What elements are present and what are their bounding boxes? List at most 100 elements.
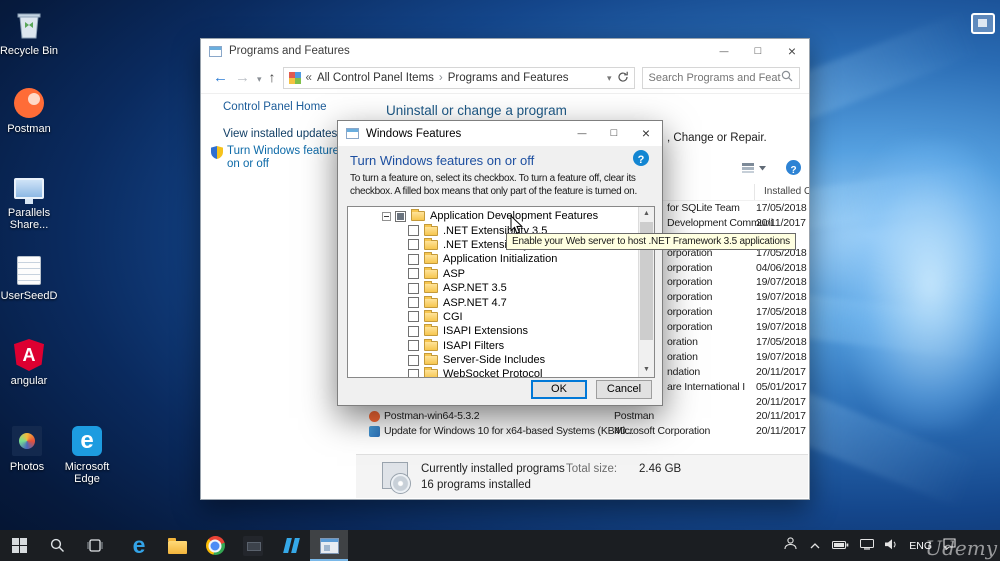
programs-count: 16 programs installed [421, 479, 531, 491]
desktop-icon-postman[interactable]: Postman [0, 86, 61, 135]
cancel-button[interactable]: Cancel [596, 380, 652, 399]
breadcrumb-programs-and-features[interactable]: Programs and Features [448, 72, 569, 84]
breadcrumb-separator: › [438, 72, 443, 84]
feature-row[interactable]: ASP.NET 4.7 [348, 295, 654, 309]
checkbox-unchecked[interactable] [408, 311, 419, 323]
installed-on-cell: 17/05/2018 [756, 306, 807, 319]
taskbar-blue-app-button[interactable] [272, 530, 310, 561]
back-button[interactable] [213, 70, 228, 86]
program-row-windows-update[interactable]: Update for Windows 10 for x64-based Syst… [356, 424, 806, 439]
taskbar-edge-button[interactable] [120, 530, 158, 561]
program-name-cell: Update for Windows 10 for x64-based Syst… [384, 425, 634, 438]
app-window-icon [966, 6, 1000, 40]
desktop-icon-recycle-bin[interactable]: Recycle Bin [0, 8, 61, 57]
feature-row[interactable]: ASP.NET 3.5 [348, 281, 654, 295]
folder-icon [424, 295, 438, 308]
desktop-icon-edge[interactable]: Microsoft Edge [55, 424, 119, 485]
window-titlebar[interactable]: Programs and Features [201, 39, 809, 63]
installed-on-cell: 20/11/2017 [756, 410, 806, 423]
breadcrumb-all-control-panel-items[interactable]: All Control Panel Items [317, 72, 434, 84]
address-bar[interactable]: « All Control Panel Items › Programs and… [282, 67, 635, 89]
battery-icon[interactable] [832, 537, 849, 555]
desktop-icon-angular[interactable]: angular [0, 338, 61, 387]
minimize-button[interactable] [566, 121, 598, 146]
scroll-down-icon[interactable] [639, 363, 654, 377]
program-row-postman[interactable]: Postman-win64-5.3.2 Postman 20/11/2017 [356, 409, 806, 424]
checkbox-unchecked[interactable] [408, 354, 419, 366]
control-panel-icon [288, 72, 301, 84]
feature-row[interactable]: Server-Side Includes [348, 353, 654, 367]
feature-row[interactable]: CGI [348, 309, 654, 324]
checkbox-unchecked[interactable] [408, 297, 419, 309]
history-dropdown-icon[interactable] [257, 70, 262, 86]
publisher-cell: orporation [667, 261, 713, 274]
up-button[interactable] [269, 70, 276, 86]
forward-button[interactable] [235, 70, 250, 86]
checkbox-unchecked[interactable] [408, 239, 419, 251]
edge-icon [70, 424, 104, 458]
address-dropdown-icon[interactable] [607, 72, 612, 84]
help-icon[interactable] [786, 160, 801, 175]
dialog-titlebar[interactable]: Windows Features [338, 121, 662, 146]
close-button[interactable] [775, 39, 809, 63]
folder-icon [424, 223, 438, 236]
taskbar-search-button[interactable] [38, 530, 76, 561]
checkbox-partial[interactable] [395, 210, 406, 222]
change-view-icon[interactable] [741, 161, 769, 180]
feature-row[interactable]: ISAPI Filters [348, 338, 654, 353]
feature-row[interactable]: ASP [348, 266, 654, 281]
desktop-icon-photos[interactable]: Photos [0, 424, 59, 473]
feature-row[interactable]: ISAPI Extensions [348, 324, 654, 338]
refresh-icon[interactable] [617, 71, 629, 86]
close-button[interactable] [630, 121, 662, 146]
task-view-button[interactable] [76, 530, 114, 561]
desktop-icon-parallels[interactable]: Parallels Share... [0, 170, 61, 231]
windows-features-dialog: Windows Features Turn Windows features o… [337, 120, 663, 406]
help-icon[interactable] [633, 150, 649, 166]
search-box[interactable] [641, 67, 800, 89]
volume-icon[interactable] [885, 537, 898, 555]
checkbox-unchecked[interactable] [408, 225, 419, 237]
hidden-icons-chevron[interactable] [809, 537, 821, 555]
feature-row[interactable]: WebSocket Protocol [348, 367, 654, 377]
feature-row[interactable]: Application Initialization [348, 252, 654, 266]
installed-on-cell: 19/07/2018 [756, 291, 807, 304]
maximize-button[interactable] [598, 121, 630, 146]
folder-icon [424, 338, 438, 351]
desktop-icon-label: Parallels Share... [7, 207, 51, 231]
ok-button[interactable]: OK [531, 380, 587, 399]
sidebar-item-turn-windows-features[interactable]: Turn Windows features on or off [211, 145, 353, 171]
taskbar-chrome-button[interactable] [196, 530, 234, 561]
taskbar-dark-app-button[interactable] [234, 530, 272, 561]
desktop-icon-label: Microsoft Edge [64, 461, 110, 485]
display-icon[interactable] [860, 537, 875, 555]
checkbox-unchecked[interactable] [408, 268, 419, 280]
taskbar-file-explorer-button[interactable] [158, 530, 196, 561]
start-button[interactable] [0, 530, 38, 561]
maximize-button[interactable] [741, 39, 775, 63]
tooltip: Enable your Web server to host .NET Fram… [506, 233, 796, 250]
collapse-expander-icon[interactable] [382, 211, 391, 221]
search-icon [781, 69, 793, 87]
desktop-shortcut-icon[interactable] [963, 6, 1000, 43]
checkbox-unchecked[interactable] [408, 340, 419, 352]
search-input[interactable] [648, 72, 781, 84]
checkbox-unchecked[interactable] [408, 325, 419, 337]
scroll-up-icon[interactable] [639, 207, 654, 221]
checkbox-unchecked[interactable] [408, 282, 419, 294]
minimize-button[interactable] [707, 39, 741, 63]
checkbox-unchecked[interactable] [408, 253, 419, 265]
checkbox-unchecked[interactable] [408, 368, 419, 377]
taskbar-programs-features-button[interactable] [310, 530, 348, 561]
desktop-icon-userseedd[interactable]: UserSeedD [0, 253, 61, 302]
people-icon[interactable] [783, 536, 798, 556]
sidebar-item-view-installed-updates[interactable]: View installed updates [223, 128, 337, 140]
feature-row[interactable]: Application Development Features [348, 209, 654, 223]
document-icon [12, 253, 46, 287]
sidebar-item-control-panel-home[interactable]: Control Panel Home [223, 101, 327, 113]
publisher-cell: orporation [667, 276, 713, 289]
folder-icon [424, 324, 438, 337]
column-header-installed-on[interactable]: Installed On [764, 186, 809, 197]
folder-icon [424, 281, 438, 294]
breadcrumb-overflow-chevron[interactable]: « [306, 72, 312, 84]
